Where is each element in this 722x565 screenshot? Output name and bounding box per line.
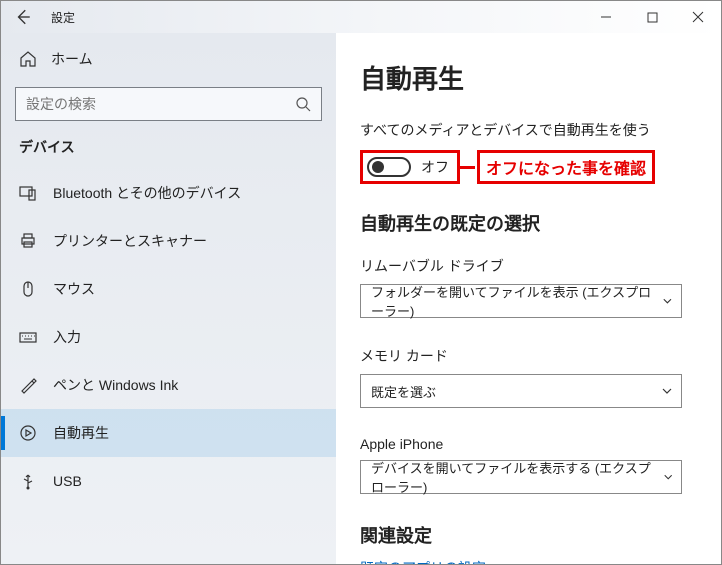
back-button[interactable] [1,1,45,33]
sidebar-home[interactable]: ホーム [1,39,336,79]
autoplay-toggle[interactable] [367,157,411,177]
sidebar: ホーム デバイス Bluetooth とその他のデバイス プリンターとスキャナー [1,33,336,564]
annotation-highlight: オフ [360,150,460,184]
chevron-down-icon [663,471,673,483]
device-label: Apple iPhone [360,436,697,452]
memory-card-dropdown[interactable]: 既定を選ぶ [360,374,682,408]
chevron-down-icon [661,385,673,397]
search-input[interactable] [26,96,295,112]
minimize-icon [600,11,612,23]
annotation-connector [457,166,475,169]
maximize-icon [647,12,658,23]
close-icon [692,11,704,23]
page-heading: 自動再生 [360,59,697,96]
usb-icon [19,472,37,490]
annotation-callout: オフになった事を確認 [477,150,655,184]
arrow-left-icon [14,8,32,26]
sidebar-category: デバイス [1,133,336,169]
dropdown-value: 既定を選ぶ [371,382,436,401]
home-icon [19,50,37,68]
sidebar-item-typing[interactable]: 入力 [1,313,336,361]
sidebar-item-label: Bluetooth とその他のデバイス [53,183,241,203]
autoplay-icon [19,424,37,442]
close-button[interactable] [675,1,721,33]
sidebar-list: Bluetooth とその他のデバイス プリンターとスキャナー マウス 入力 ペ [1,169,336,564]
window-title: 設定 [51,9,75,26]
sidebar-home-label: ホーム [51,49,93,69]
device-label: リムーバブル ドライブ [360,256,697,276]
sidebar-item-label: マウス [53,279,95,299]
defaults-heading: 自動再生の既定の選択 [360,210,697,236]
chevron-down-icon [662,295,673,307]
dropdown-value: フォルダーを開いてファイルを表示 (エクスプローラー) [371,282,662,320]
minimize-button[interactable] [583,1,629,33]
sidebar-item-label: 入力 [53,327,81,347]
mouse-icon [19,280,37,298]
search-icon [295,96,311,112]
removable-drive-dropdown[interactable]: フォルダーを開いてファイルを表示 (エクスプローラー) [360,284,682,318]
related-heading: 関連設定 [360,522,697,548]
search-box[interactable] [15,87,322,121]
device-label: メモリ カード [360,346,697,366]
sidebar-item-autoplay[interactable]: 自動再生 [1,409,336,457]
printer-icon [19,232,37,250]
maximize-button[interactable] [629,1,675,33]
sidebar-item-label: プリンターとスキャナー [53,231,207,251]
pen-icon [19,376,37,394]
dropdown-value: デバイスを開いてファイルを表示する (エクスプローラー) [371,458,663,496]
sidebar-item-usb[interactable]: USB [1,457,336,505]
sidebar-item-bluetooth[interactable]: Bluetooth とその他のデバイス [1,169,336,217]
sidebar-item-mouse[interactable]: マウス [1,265,336,313]
toggle-knob [372,161,384,173]
toggle-state-text: オフ [421,157,449,177]
default-apps-link[interactable]: 既定のアプリの設定 [360,558,697,564]
sidebar-item-label: USB [53,473,82,489]
devices-icon [19,184,37,202]
main-panel: 自動再生 すべてのメディアとデバイスで自動再生を使う オフ オフになった事を確認… [336,33,721,564]
titlebar: 設定 [1,1,721,33]
sidebar-item-label: 自動再生 [53,423,109,443]
iphone-dropdown[interactable]: デバイスを開いてファイルを表示する (エクスプローラー) [360,460,682,494]
sidebar-item-label: ペンと Windows Ink [53,375,178,395]
toggle-label: すべてのメディアとデバイスで自動再生を使う [360,120,697,140]
keyboard-icon [19,328,37,346]
sidebar-item-printers[interactable]: プリンターとスキャナー [1,217,336,265]
sidebar-item-pen[interactable]: ペンと Windows Ink [1,361,336,409]
